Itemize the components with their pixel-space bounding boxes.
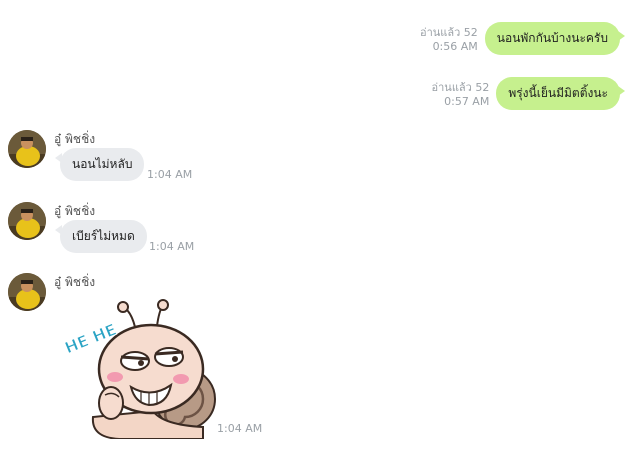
message-meta: อ่านแล้ว 52 0:57 AM	[432, 81, 490, 109]
message-bubble[interactable]: เบียร์ไม่หมด	[55, 220, 147, 253]
incoming-message[interactable]: อู๋ พิชชิ่ง HE HE 1:04 AM	[8, 273, 308, 443]
message-meta: อ่านแล้ว 52 0:56 AM	[420, 26, 478, 54]
sender-name: อู๋ พิชชิ่ง	[54, 132, 96, 146]
snail-sticker[interactable]: HE HE	[53, 299, 218, 439]
message-time: 1:04 AM	[147, 168, 193, 181]
avatar[interactable]	[8, 130, 46, 168]
message-bubble[interactable]: นอนไม่หลับ	[54, 148, 145, 181]
outgoing-message[interactable]: อ่านแล้ว 52 0:56 AM นอนพักกันบ้างนะครับ	[420, 22, 626, 55]
message-time: 1:04 AM	[217, 422, 263, 435]
chat-conversation: อ่านแล้ว 52 0:56 AM นอนพักกันบ้างนะครับ …	[0, 0, 638, 451]
sender-name: อู๋ พิชชิ่ง	[54, 275, 96, 289]
message-time: 0:56 AM	[432, 40, 478, 53]
message-bubble[interactable]: พรุ่งนี้เย็นมีมิตติ้งนะ	[496, 77, 625, 110]
message-bubble[interactable]: นอนพักกันบ้างนะครับ	[484, 22, 626, 55]
message-time: 1:04 AM	[149, 240, 195, 253]
read-receipt: อ่านแล้ว 52	[419, 26, 478, 39]
read-receipt: อ่านแล้ว 52	[431, 81, 490, 94]
outgoing-message[interactable]: อ่านแล้ว 52 0:57 AM พรุ่งนี้เย็นมีมิตติ้…	[432, 77, 625, 110]
sender-name: อู๋ พิชชิ่ง	[54, 204, 96, 218]
message-time: 0:57 AM	[444, 95, 490, 108]
avatar[interactable]	[8, 202, 46, 240]
avatar[interactable]	[8, 273, 46, 311]
